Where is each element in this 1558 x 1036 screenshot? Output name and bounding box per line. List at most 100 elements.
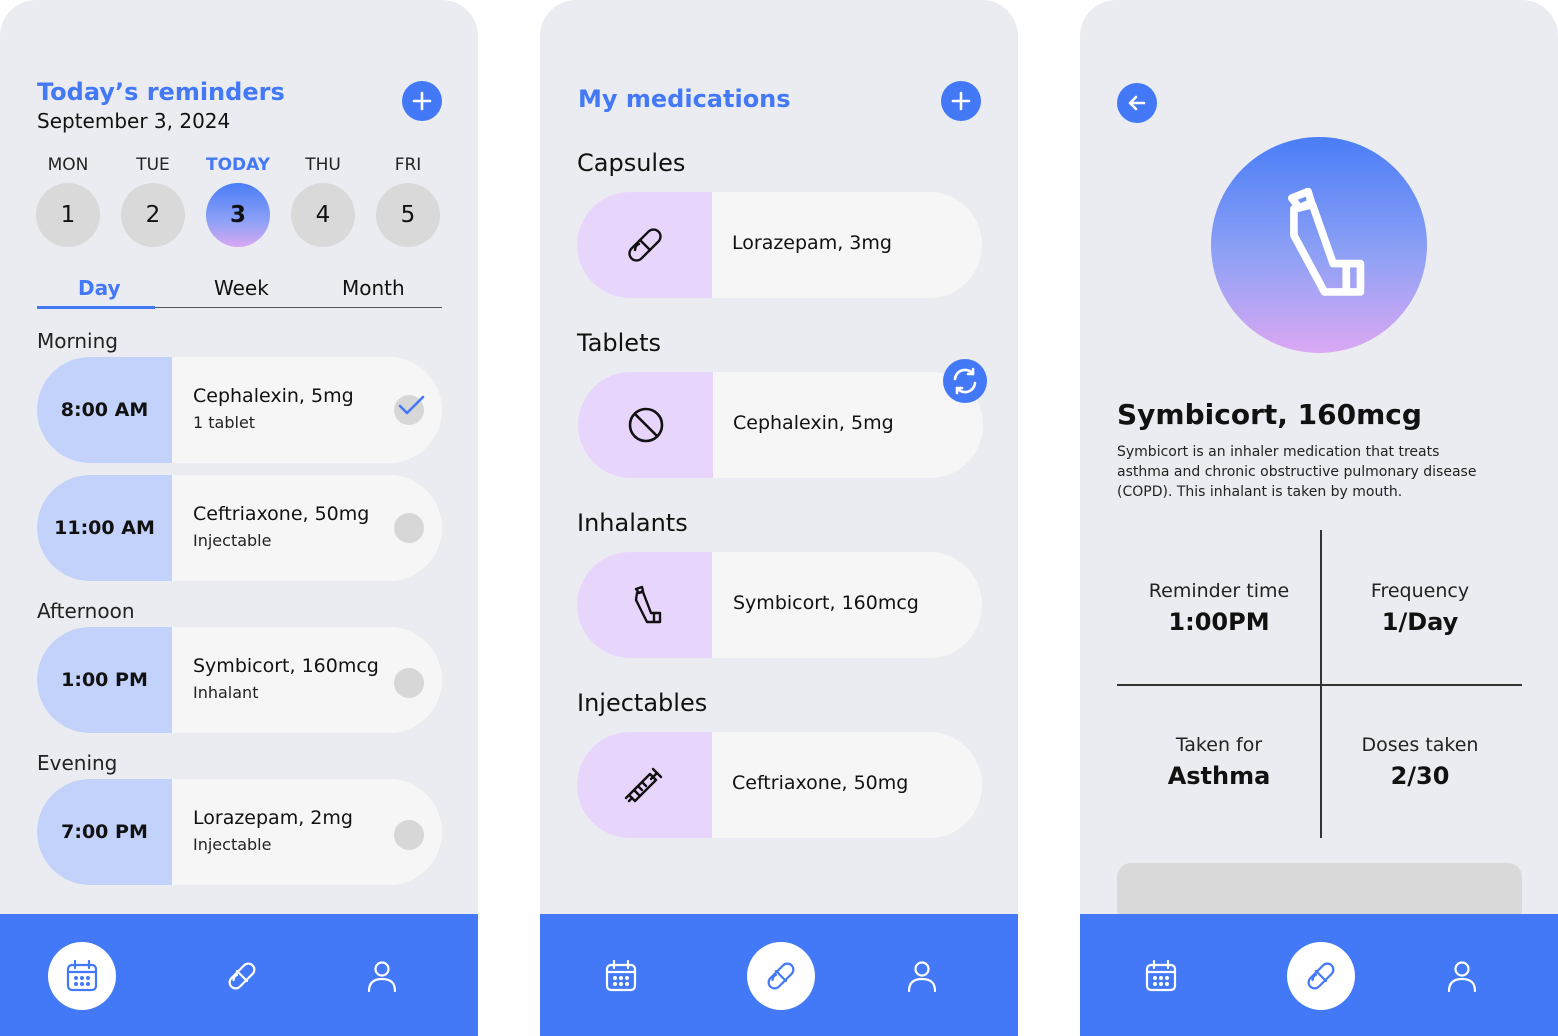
stat-label: Doses taken [1361,734,1479,756]
medication-title: Symbicort, 160mcg [1117,398,1422,431]
stat-reminder-time: Reminder time 1:00PM [1119,580,1319,636]
day-fri[interactable]: FRI 5 [376,155,440,247]
medication-card[interactable]: Symbicort, 160mcg [577,552,982,658]
medication-description: Symbicort is an inhaler medication that … [1117,444,1477,500]
stat-value: 1:00PM [1168,608,1270,636]
nav-medications[interactable] [1287,942,1355,1010]
calendar-icon [66,959,98,992]
medication-name: Ceftriaxone, 50mg [732,772,909,794]
pill-icon [767,962,795,990]
nav-calendar[interactable] [1127,942,1195,1010]
user-icon [1447,961,1477,993]
medication-card[interactable]: Ceftriaxone, 50mg [577,732,982,838]
med-icon-area [577,732,712,838]
reminder-time: 11:00 AM [37,475,172,581]
plus-icon [951,91,971,111]
reminder-med-type: 1 tablet [193,413,256,432]
calendar-icon [1145,959,1177,992]
day-number: 3 [206,183,270,247]
tab-month[interactable]: Month [342,276,405,300]
reminder-time: 1:00 PM [37,627,172,733]
reminder-med-type: Inhalant [193,683,259,702]
day-label: MON [47,155,89,175]
day-label: TODAY [206,155,270,175]
stat-value: 2/30 [1390,762,1450,790]
medication-detail-screen: Symbicort, 160mcg Symbicort is an inhale… [1080,0,1558,1036]
current-date: September 3, 2024 [37,109,231,133]
category-capsules: Capsules [577,149,686,177]
section-afternoon: Afternoon [37,599,135,623]
taken-checkbox[interactable] [394,513,424,543]
day-thu[interactable]: THU 4 [291,155,355,247]
med-icon-area [578,372,713,478]
medications-screen: My medications Capsules Lorazepam, 3mg T… [540,0,1018,1036]
taken-checkbox[interactable] [394,668,424,698]
inhaler-icon [1287,187,1365,296]
nav-calendar[interactable] [587,942,655,1010]
nav-calendar[interactable] [48,942,116,1010]
arrow-left-icon [1128,95,1146,111]
plus-icon [412,91,432,111]
reminder-med-name: Lorazepam, 2mg [193,807,353,829]
page-title: My medications [578,85,791,113]
tab-week[interactable]: Week [214,276,269,300]
taken-checkbox[interactable] [394,395,425,425]
day-label: TUE [136,155,170,175]
nav-profile[interactable] [348,942,416,1010]
taken-checkbox[interactable] [394,820,424,850]
med-icon-area [577,552,712,658]
reminder-card[interactable]: 1:00 PM Symbicort, 160mcg Inhalant [37,627,442,733]
check-icon [398,395,425,415]
medication-card[interactable]: Cephalexin, 5mg [578,372,983,478]
nav-profile[interactable] [888,942,956,1010]
reminder-med-name: Cephalexin, 5mg [193,385,354,407]
back-button[interactable] [1117,83,1157,123]
stat-label: Taken for [1175,734,1263,756]
user-icon [907,961,937,993]
category-tablets: Tablets [577,329,661,357]
reminder-med-type: Injectable [193,835,272,854]
day-mon[interactable]: MON 1 [36,155,100,247]
stat-doses-taken: Doses taken 2/30 [1320,734,1520,790]
medication-name: Lorazepam, 3mg [732,232,892,254]
medication-card[interactable]: Lorazepam, 3mg [577,192,982,298]
nav-medications[interactable] [747,942,815,1010]
add-medication-button[interactable] [941,81,981,121]
page-title: Today’s reminders [37,78,285,106]
nav-medications[interactable] [208,942,276,1010]
stat-label: Reminder time [1148,580,1290,602]
nav-profile[interactable] [1428,942,1496,1010]
user-icon [367,961,397,993]
tab-indicator [37,306,155,309]
pill-icon [228,962,256,990]
reminder-time: 7:00 PM [37,779,172,885]
grid-divider-horizontal [1117,684,1522,686]
reminder-med-type: Injectable [193,531,272,550]
reminder-card[interactable]: 11:00 AM Ceftriaxone, 50mg Injectable [37,475,442,581]
medication-name: Cephalexin, 5mg [733,412,894,434]
reminder-time: 8:00 AM [37,357,172,463]
tab-day[interactable]: Day [78,276,121,300]
tablet-icon [628,407,663,443]
reminder-card[interactable]: 8:00 AM Cephalexin, 5mg 1 tablet [37,357,442,463]
refill-button[interactable] [943,359,987,403]
stat-taken-for: Taken for Asthma [1119,734,1319,790]
day-label: THU [305,155,341,175]
day-label: FRI [394,155,422,175]
day-today[interactable]: TODAY 3 [206,155,270,247]
calendar-icon [605,959,637,992]
capsule-icon [627,228,662,262]
day-number: 1 [36,183,100,247]
bottom-nav [0,914,478,1036]
day-tue[interactable]: TUE 2 [121,155,185,247]
reminders-screen: Today’s reminders September 3, 2024 MON … [0,0,478,1036]
medication-name: Symbicort, 160mcg [733,592,919,614]
stat-label: Frequency [1370,580,1470,602]
refresh-icon [953,367,977,395]
bottom-nav [1080,914,1558,1036]
reminder-card[interactable]: 7:00 PM Lorazepam, 2mg Injectable [37,779,442,885]
reminder-med-name: Symbicort, 160mcg [193,655,379,677]
add-reminder-button[interactable] [402,81,442,121]
day-number: 2 [121,183,185,247]
day-number: 4 [291,183,355,247]
